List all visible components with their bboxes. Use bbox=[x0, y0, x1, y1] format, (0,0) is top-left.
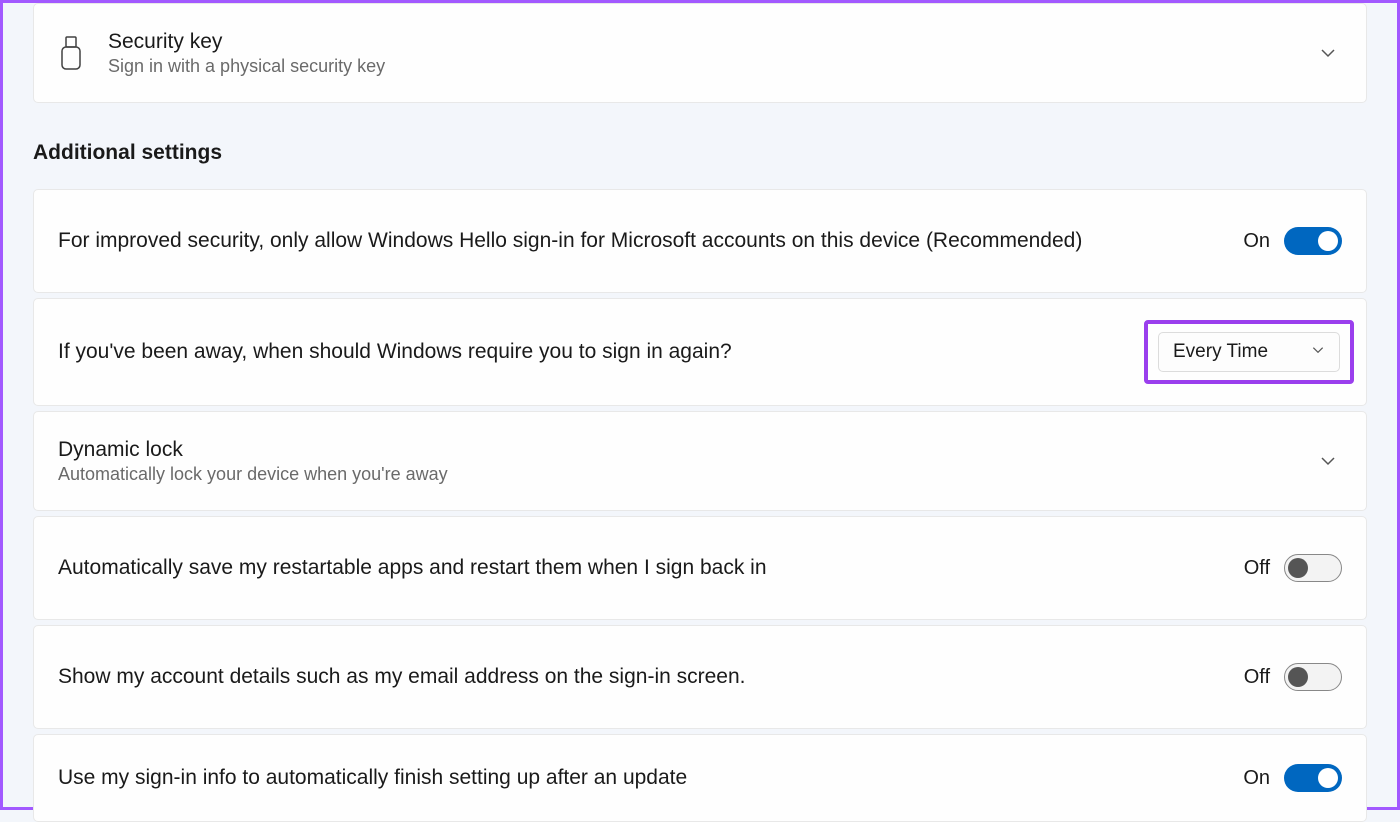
require-signin-card: If you've been away, when should Windows… bbox=[33, 298, 1367, 406]
chevron-down-icon bbox=[1314, 44, 1342, 62]
hello-signin-only-card: For improved security, only allow Window… bbox=[33, 189, 1367, 293]
require-signin-highlight: Every Time bbox=[1144, 320, 1354, 384]
account-details-card: Show my account details such as my email… bbox=[33, 625, 1367, 729]
account-details-toggle[interactable] bbox=[1284, 663, 1342, 691]
usb-key-icon bbox=[58, 35, 108, 71]
dynamic-lock-title: Dynamic lock bbox=[58, 438, 1314, 462]
security-key-subtitle: Sign in with a physical security key bbox=[108, 56, 1314, 77]
chevron-down-icon bbox=[1311, 341, 1325, 363]
account-details-label: Show my account details such as my email… bbox=[58, 665, 1244, 689]
dynamic-lock-subtitle: Automatically lock your device when you'… bbox=[58, 464, 1314, 485]
chevron-down-icon bbox=[1314, 452, 1342, 470]
hello-signin-only-state: On bbox=[1243, 230, 1270, 253]
dynamic-lock-card[interactable]: Dynamic lock Automatically lock your dev… bbox=[33, 411, 1367, 511]
finish-setup-card: Use my sign-in info to automatically fin… bbox=[33, 734, 1367, 822]
security-key-title: Security key bbox=[108, 30, 1314, 54]
finish-setup-state: On bbox=[1243, 767, 1270, 790]
hello-signin-only-toggle[interactable] bbox=[1284, 227, 1342, 255]
require-signin-label: If you've been away, when should Windows… bbox=[58, 340, 1144, 364]
account-details-state: Off bbox=[1244, 666, 1270, 689]
finish-setup-toggle[interactable] bbox=[1284, 764, 1342, 792]
security-key-card[interactable]: Security key Sign in with a physical sec… bbox=[33, 3, 1367, 103]
hello-signin-only-label: For improved security, only allow Window… bbox=[58, 229, 1243, 253]
restartable-apps-state: Off bbox=[1244, 557, 1270, 580]
require-signin-dropdown[interactable]: Every Time bbox=[1158, 332, 1340, 372]
require-signin-value: Every Time bbox=[1173, 341, 1268, 363]
restartable-apps-card: Automatically save my restartable apps a… bbox=[33, 516, 1367, 620]
restartable-apps-toggle[interactable] bbox=[1284, 554, 1342, 582]
restartable-apps-label: Automatically save my restartable apps a… bbox=[58, 556, 1244, 580]
additional-settings-header: Additional settings bbox=[33, 141, 1367, 165]
finish-setup-label: Use my sign-in info to automatically fin… bbox=[58, 766, 1243, 790]
